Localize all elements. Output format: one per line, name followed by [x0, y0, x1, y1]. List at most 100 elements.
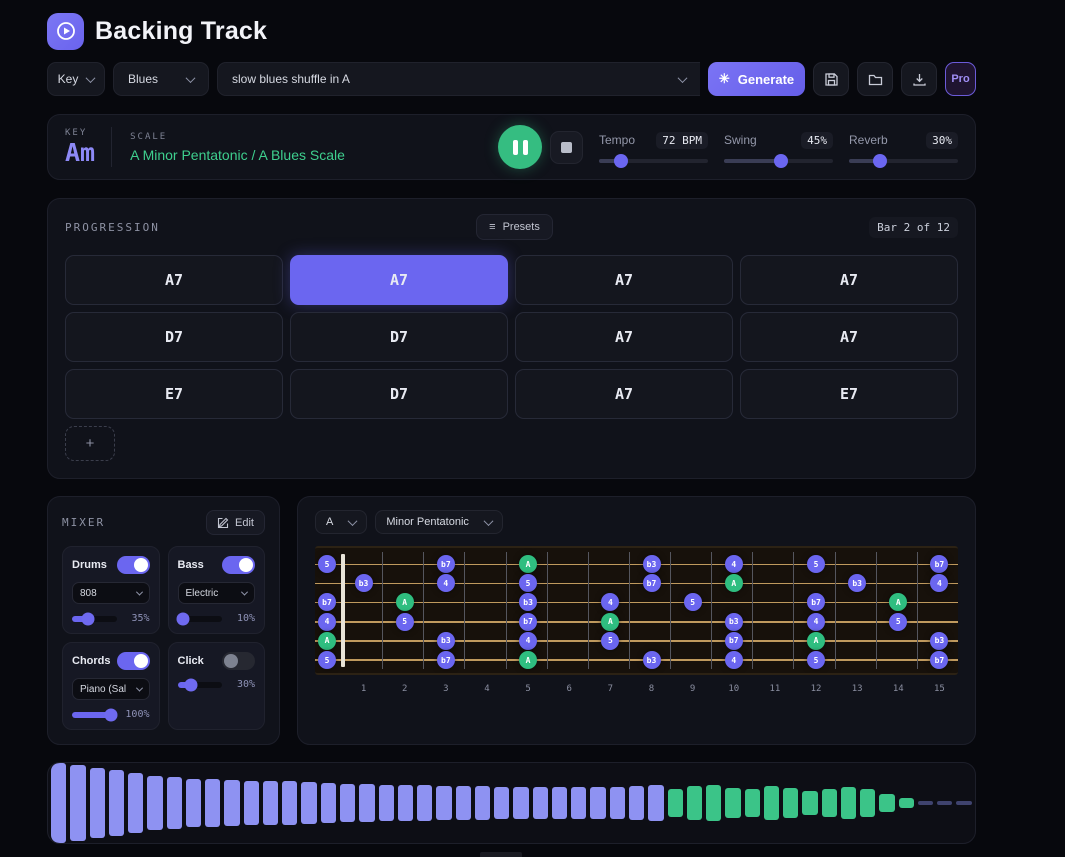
slider-track[interactable] — [849, 159, 958, 163]
waveform-display[interactable] — [47, 762, 976, 844]
note-marker[interactable]: b7 — [930, 555, 948, 573]
chord-cell[interactable]: D7 — [290, 369, 508, 419]
note-marker[interactable]: b7 — [318, 593, 336, 611]
chord-cell[interactable]: E7 — [65, 369, 283, 419]
note-marker[interactable]: b3 — [643, 555, 661, 573]
pause-button[interactable] — [498, 125, 542, 169]
note-marker[interactable]: 5 — [318, 555, 336, 573]
fretboard-scale-dropdown[interactable]: Minor Pentatonic — [375, 510, 503, 534]
channel-name: Click — [178, 655, 204, 667]
channel-preset-dropdown[interactable]: Electric — [178, 582, 256, 604]
channel-toggle[interactable] — [117, 652, 150, 670]
fret-wire — [547, 552, 548, 669]
note-marker-root[interactable]: A — [807, 632, 825, 650]
note-marker[interactable]: 4 — [318, 613, 336, 631]
slider-track[interactable] — [599, 159, 708, 163]
note-marker[interactable]: b3 — [355, 574, 373, 592]
note-marker-root[interactable]: A — [318, 632, 336, 650]
waveform-bar — [398, 785, 413, 821]
chord-cell[interactable]: A7 — [740, 312, 958, 362]
note-marker-root[interactable]: A — [889, 593, 907, 611]
note-marker[interactable]: b3 — [848, 574, 866, 592]
presets-button[interactable]: ≡ Presets — [476, 214, 553, 240]
note-marker[interactable]: b3 — [725, 613, 743, 631]
fretboard-root-dropdown[interactable]: A — [315, 510, 367, 534]
channel-volume-slider[interactable] — [178, 616, 223, 622]
channel-toggle[interactable] — [222, 652, 255, 670]
note-marker[interactable]: 5 — [889, 613, 907, 631]
chord-cell[interactable]: A7 — [515, 312, 733, 362]
channel-volume-knob[interactable] — [81, 612, 94, 625]
channel-toggle[interactable] — [222, 556, 255, 574]
channel-volume-knob[interactable] — [105, 708, 118, 721]
download-button[interactable] — [901, 62, 937, 96]
channel-volume-slider[interactable] — [72, 712, 117, 718]
fretboard[interactable]: 5b7Ab345b7b345b7Ab34b7Ab345b7A45b7Ab345A… — [315, 546, 958, 675]
chord-cell[interactable]: A7 — [515, 369, 733, 419]
add-chord-button[interactable]: + — [65, 426, 115, 461]
save-button[interactable] — [813, 62, 849, 96]
note-marker[interactable]: b7 — [437, 651, 455, 669]
note-marker[interactable]: 4 — [437, 574, 455, 592]
note-marker[interactable]: 5 — [684, 593, 702, 611]
genre-dropdown[interactable]: Blues — [113, 62, 209, 96]
note-marker[interactable]: 4 — [601, 593, 619, 611]
channel-volume-slider[interactable] — [178, 682, 223, 688]
note-marker[interactable]: 5 — [519, 574, 537, 592]
note-marker[interactable]: 5 — [807, 651, 825, 669]
slider-thumb[interactable] — [614, 154, 628, 168]
note-marker[interactable]: b3 — [437, 632, 455, 650]
note-marker[interactable]: 5 — [807, 555, 825, 573]
note-marker[interactable]: b7 — [643, 574, 661, 592]
channel-volume-knob[interactable] — [184, 678, 197, 691]
mixer-edit-button[interactable]: Edit — [206, 510, 265, 535]
fret-wire — [711, 552, 712, 669]
note-marker[interactable]: 4 — [725, 651, 743, 669]
chord-cell-active[interactable]: A7 — [290, 255, 508, 305]
note-marker-root[interactable]: A — [519, 555, 537, 573]
chord-cell[interactable]: E7 — [740, 369, 958, 419]
note-marker[interactable]: b7 — [725, 632, 743, 650]
note-marker-root[interactable]: A — [519, 651, 537, 669]
progression-header: PROGRESSION ≡ Presets Bar 2 of 12 — [65, 214, 958, 240]
stop-button[interactable] — [550, 131, 583, 164]
chord-cell[interactable]: A7 — [65, 255, 283, 305]
chord-cell[interactable]: A7 — [515, 255, 733, 305]
chord-cell[interactable]: D7 — [290, 312, 508, 362]
open-folder-button[interactable] — [857, 62, 893, 96]
waveform-bar — [533, 787, 548, 819]
chord-cell[interactable]: A7 — [740, 255, 958, 305]
note-marker-root[interactable]: A — [396, 593, 414, 611]
pro-badge-button[interactable]: Pro — [945, 62, 976, 96]
note-marker[interactable]: b7 — [807, 593, 825, 611]
slider-thumb[interactable] — [873, 154, 887, 168]
note-marker[interactable]: b3 — [930, 632, 948, 650]
chord-cell[interactable]: D7 — [65, 312, 283, 362]
scale-label: SCALE — [130, 132, 345, 142]
note-marker[interactable]: 4 — [930, 574, 948, 592]
channel-preset-dropdown[interactable]: 808 — [72, 582, 150, 604]
generate-button[interactable]: ✳ Generate — [708, 62, 805, 96]
channel-toggle[interactable] — [117, 556, 150, 574]
note-marker[interactable]: b7 — [519, 613, 537, 631]
note-marker[interactable]: 5 — [318, 651, 336, 669]
note-marker[interactable]: 4 — [807, 613, 825, 631]
slider-track[interactable] — [724, 159, 833, 163]
note-marker[interactable]: 5 — [396, 613, 414, 631]
note-marker-root[interactable]: A — [725, 574, 743, 592]
note-marker[interactable]: 5 — [601, 632, 619, 650]
channel-preset-dropdown[interactable]: Piano (Sal — [72, 678, 150, 700]
key-dropdown[interactable]: Key — [47, 62, 105, 96]
note-marker[interactable]: b3 — [519, 593, 537, 611]
note-marker[interactable]: 4 — [725, 555, 743, 573]
fret-wire — [752, 552, 753, 669]
note-marker[interactable]: b7 — [437, 555, 455, 573]
slider-thumb[interactable] — [774, 154, 788, 168]
channel-volume-slider[interactable] — [72, 616, 117, 622]
note-marker[interactable]: b3 — [643, 651, 661, 669]
note-marker[interactable]: 4 — [519, 632, 537, 650]
prompt-input[interactable]: slow blues shuffle in A — [217, 62, 700, 96]
note-marker[interactable]: b7 — [930, 651, 948, 669]
channel-volume-knob[interactable] — [176, 612, 189, 625]
note-marker-root[interactable]: A — [601, 613, 619, 631]
